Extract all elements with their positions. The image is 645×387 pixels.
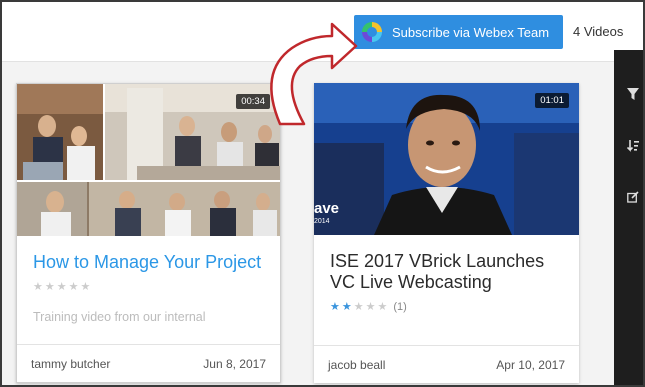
edit-icon[interactable]	[627, 190, 641, 204]
filter-icon[interactable]	[627, 88, 641, 102]
sort-icon[interactable]	[626, 140, 641, 154]
video-description: Training video from our internal	[33, 310, 206, 324]
video-grid: 00:34 How to Manage Your Project ★ ★ ★ ★…	[2, 63, 614, 385]
channel-header: Subscribe via Webex Team 4 Videos	[2, 2, 643, 62]
video-card[interactable]: 00:34 How to Manage Your Project ★ ★ ★ ★…	[16, 83, 281, 383]
star-rating[interactable]: ★ ★ ★ ★ ★	[33, 280, 264, 293]
card-footer: tammy butcher Jun 8, 2017	[17, 344, 280, 382]
star-icon: ★	[365, 301, 378, 313]
video-author[interactable]: jacob beall	[328, 358, 385, 372]
video-card[interactable]: 01:01 ave 2014 ISE 2017 VBrick Launches …	[314, 83, 579, 383]
rating-count: (1)	[393, 300, 407, 313]
card-body: How to Manage Your Project ★ ★ ★ ★ ★ Tra…	[17, 236, 280, 346]
video-duration: 01:01	[535, 93, 569, 108]
app-frame: Subscribe via Webex Team 4 Videos 00:34 …	[0, 0, 645, 387]
video-date: Apr 10, 2017	[496, 357, 565, 372]
video-title-link[interactable]: ISE 2017 VBrick Launches VC Live Webcast…	[330, 251, 563, 293]
webex-logo-icon	[362, 22, 382, 42]
star-rating[interactable]: ★ ★ ★ ★ ★ (1)	[330, 300, 563, 314]
card-footer: jacob beall Apr 10, 2017	[314, 345, 579, 383]
video-count: 4 Videos	[573, 24, 624, 39]
star-icon: ★	[341, 301, 354, 313]
star-icon: ★	[80, 281, 93, 293]
event-badge: ave 2014	[314, 200, 340, 226]
video-duration: 00:34	[236, 94, 270, 109]
video-author[interactable]: tammy butcher	[31, 357, 110, 371]
subscribe-label: Subscribe via Webex Team	[392, 24, 550, 40]
star-icon: ★	[377, 301, 390, 313]
star-icon: ★	[56, 281, 69, 293]
star-icon: ★	[68, 281, 81, 293]
video-thumbnail[interactable]: 01:01 ave 2014	[314, 83, 579, 235]
video-date: Jun 8, 2017	[203, 356, 266, 371]
card-body: ISE 2017 VBrick Launches VC Live Webcast…	[314, 235, 579, 345]
star-icon: ★	[33, 281, 45, 293]
star-icon: ★	[353, 301, 366, 313]
star-icon: ★	[330, 301, 342, 313]
channel-actions-sidebar	[614, 50, 643, 385]
star-icon: ★	[44, 281, 57, 293]
video-thumbnail[interactable]: 00:34	[17, 84, 280, 236]
video-title-link[interactable]: How to Manage Your Project	[33, 252, 264, 273]
subscribe-webex-button[interactable]: Subscribe via Webex Team	[354, 15, 563, 49]
